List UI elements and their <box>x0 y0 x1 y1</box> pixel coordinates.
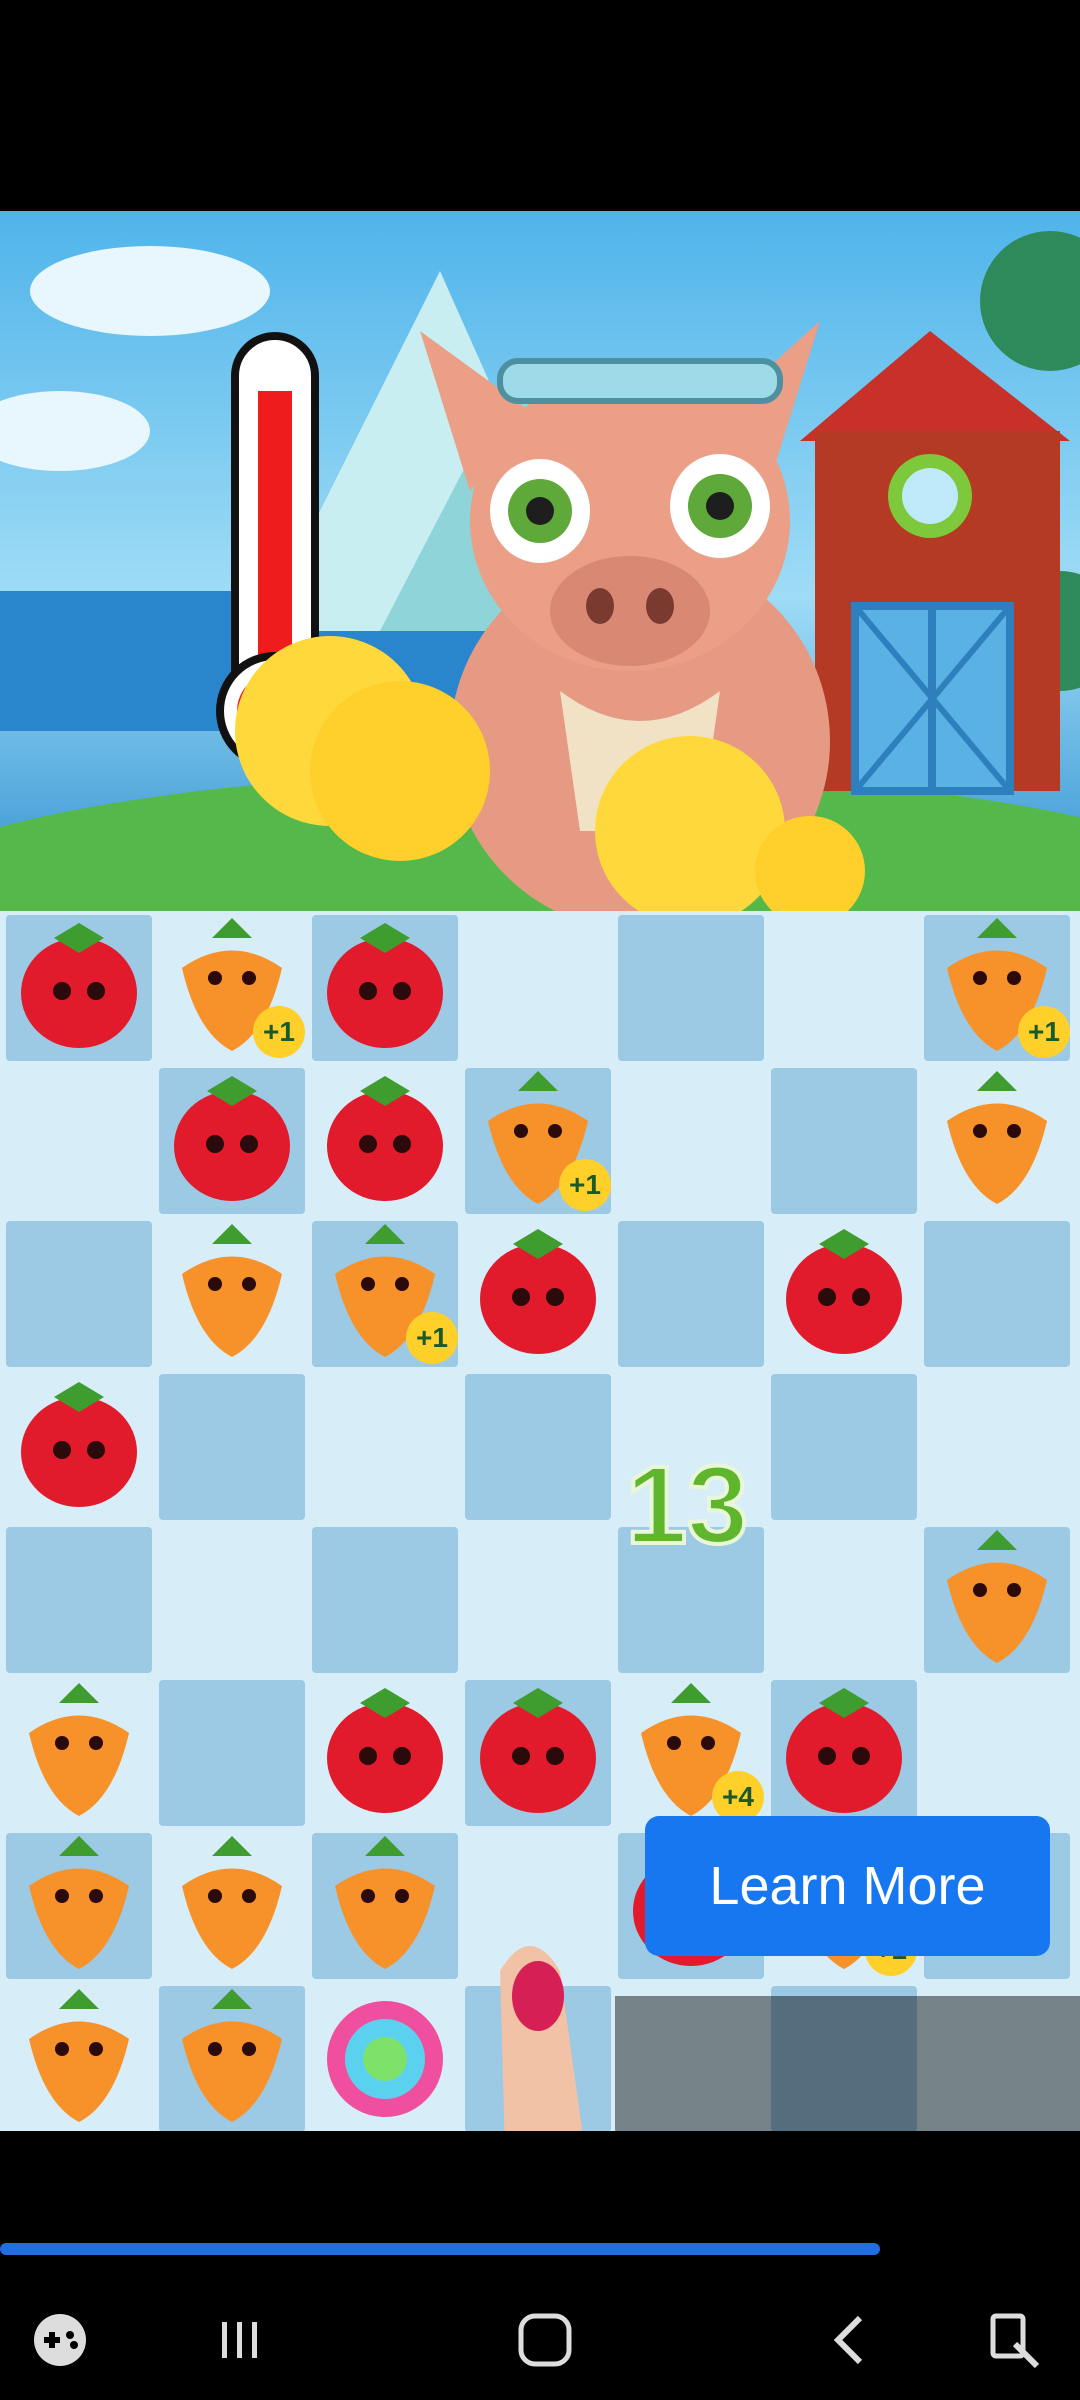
carrot-piece[interactable] <box>14 1984 144 2124</box>
home-icon[interactable] <box>505 2300 585 2380</box>
board-tile[interactable] <box>618 915 764 1061</box>
strawberry-piece[interactable] <box>473 1678 603 1818</box>
strawberry-piece[interactable] <box>14 913 144 1053</box>
rainbow-bomb-piece[interactable] <box>320 1984 450 2124</box>
board-tile[interactable] <box>159 1680 305 1826</box>
carrot-piece[interactable] <box>14 1831 144 1971</box>
screenshot-icon[interactable] <box>975 2300 1055 2380</box>
strawberry-piece[interactable] <box>779 1678 909 1818</box>
board-tile[interactable] <box>312 1527 458 1673</box>
carrot-piece[interactable] <box>320 1831 450 1971</box>
video-progress-fill <box>0 2243 881 2255</box>
board-tile[interactable] <box>924 1221 1070 1367</box>
bonus-badge: +1 <box>406 1312 458 1364</box>
system-nav-bar <box>0 2280 1080 2400</box>
board-tile[interactable] <box>771 1068 917 1214</box>
board-tile[interactable] <box>771 1374 917 1520</box>
board-tile[interactable] <box>618 1221 764 1367</box>
bonus-badge: +1 <box>1018 1006 1070 1058</box>
tapping-finger <box>500 1946 583 2131</box>
strawberry-piece[interactable] <box>167 1066 297 1206</box>
carrot-piece[interactable] <box>167 1219 297 1359</box>
ad-overlay-strip <box>615 1996 1080 2131</box>
gamepad-icon[interactable] <box>20 2300 100 2380</box>
learn-more-button[interactable]: Learn More <box>645 1816 1050 1956</box>
bonus-badge: +1 <box>559 1159 611 1211</box>
carrot-piece[interactable] <box>167 1984 297 2124</box>
board-tile[interactable] <box>6 1527 152 1673</box>
strawberry-piece[interactable] <box>320 913 450 1053</box>
strawberry-piece[interactable] <box>473 1219 603 1359</box>
board-tile[interactable] <box>465 1374 611 1520</box>
carrot-piece[interactable] <box>167 1831 297 1971</box>
barn <box>800 331 1070 795</box>
carrot-piece[interactable] <box>14 1678 144 1818</box>
strawberry-piece[interactable] <box>779 1219 909 1359</box>
board-tile[interactable] <box>159 1374 305 1520</box>
scene-art <box>0 231 1080 911</box>
game-scene <box>0 211 1080 911</box>
move-count-popup: 13 <box>624 1442 750 1569</box>
carrot-piece[interactable] <box>932 1066 1062 1206</box>
video-progress-track[interactable] <box>0 2243 1080 2255</box>
strawberry-piece[interactable] <box>320 1678 450 1818</box>
strawberry-piece[interactable] <box>320 1066 450 1206</box>
bonus-badge: +1 <box>253 1006 305 1058</box>
back-icon[interactable] <box>810 2300 890 2380</box>
carrot-piece[interactable] <box>932 1525 1062 1665</box>
recents-icon[interactable] <box>200 2300 280 2380</box>
board-tile[interactable] <box>6 1221 152 1367</box>
strawberry-piece[interactable] <box>14 1372 144 1512</box>
